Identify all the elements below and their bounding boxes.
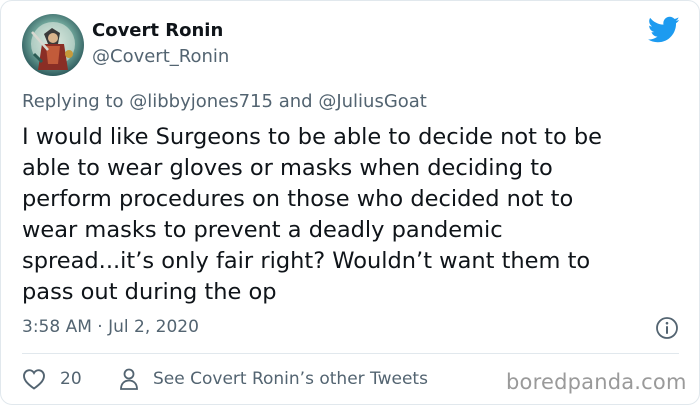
like-count: 20 — [60, 369, 82, 389]
twitter-bird-icon[interactable] — [648, 16, 680, 44]
tweet-timestamp[interactable]: 3:58 AM · Jul 2, 2020 — [22, 317, 199, 337]
avatar-icon — [22, 14, 84, 76]
divider — [22, 353, 679, 354]
info-icon[interactable] — [655, 316, 679, 340]
watermark: boredpanda.com — [506, 370, 687, 394]
mention-link[interactable]: @JuliusGoat — [318, 91, 427, 112]
avatar[interactable] — [22, 14, 84, 76]
heart-icon — [23, 369, 45, 390]
replying-prefix: Replying to — [22, 91, 124, 112]
tweet-text: I would like Surgeons to be able to deci… — [22, 124, 603, 305]
replying-to: Replying to @libbyjones715 and @JuliusGo… — [22, 91, 427, 112]
replying-conjunction: and — [278, 91, 313, 112]
see-other-tweets-label: See Covert Ronin’s other Tweets — [153, 369, 428, 389]
author-handle[interactable]: @Covert_Ronin — [92, 46, 229, 67]
see-other-tweets-link[interactable]: See Covert Ronin’s other Tweets — [119, 367, 428, 391]
like-button[interactable]: 20 — [22, 367, 82, 391]
tweet-card: Covert Ronin @Covert_Ronin Replying to @… — [0, 0, 700, 405]
person-icon — [120, 368, 138, 390]
mention-link[interactable]: @libbyjones715 — [129, 91, 273, 112]
author-name[interactable]: Covert Ronin — [92, 20, 223, 41]
